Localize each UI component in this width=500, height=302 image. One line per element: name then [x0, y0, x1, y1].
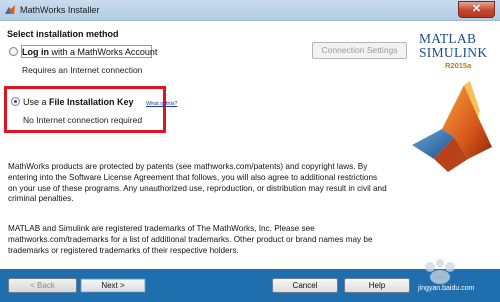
file-key-radio[interactable]	[11, 97, 20, 106]
cancel-button[interactable]: Cancel	[272, 278, 338, 293]
login-label-bold: Log in	[22, 47, 49, 57]
next-button[interactable]: Next >	[80, 278, 146, 293]
login-option-label[interactable]: Log in with a MathWorks Account	[22, 47, 157, 57]
connection-settings-button[interactable]: Connection Settings	[312, 42, 407, 59]
window-titlebar: MathWorks Installer ✕	[0, 0, 500, 21]
legal-paragraph-trademarks: MATLAB and Simulink are registered trade…	[8, 224, 373, 255]
watermark-text: jingyan.baidu.com	[418, 285, 475, 292]
login-label-rest: with a MathWorks Account	[49, 47, 158, 57]
file-key-option-label[interactable]: Use a File Installation Key	[23, 97, 134, 107]
page-heading: Select installation method	[7, 29, 119, 39]
window-title: MathWorks Installer	[20, 5, 100, 15]
brand-simulink: SIMULINK	[419, 45, 488, 60]
matlab-app-icon	[5, 5, 15, 14]
login-requirement-text: Requires an Internet connection	[22, 65, 143, 75]
file-key-label-bold: File Installation Key	[49, 97, 134, 107]
release-label: R2015a	[445, 61, 472, 70]
matlab-membrane-logo	[412, 81, 492, 172]
what-is-this-link[interactable]: What is this?	[146, 101, 177, 107]
file-key-label-prefix: Use a	[23, 97, 50, 107]
window-close-button[interactable]: ✕	[458, 1, 495, 18]
legal-paragraph-patents: MathWorks products are protected by pate…	[8, 162, 387, 204]
login-radio[interactable]	[9, 47, 18, 56]
back-button[interactable]: < Back	[8, 278, 77, 293]
file-key-requirement-text: No Internet connection required	[23, 115, 143, 125]
highlight-box	[4, 86, 166, 133]
